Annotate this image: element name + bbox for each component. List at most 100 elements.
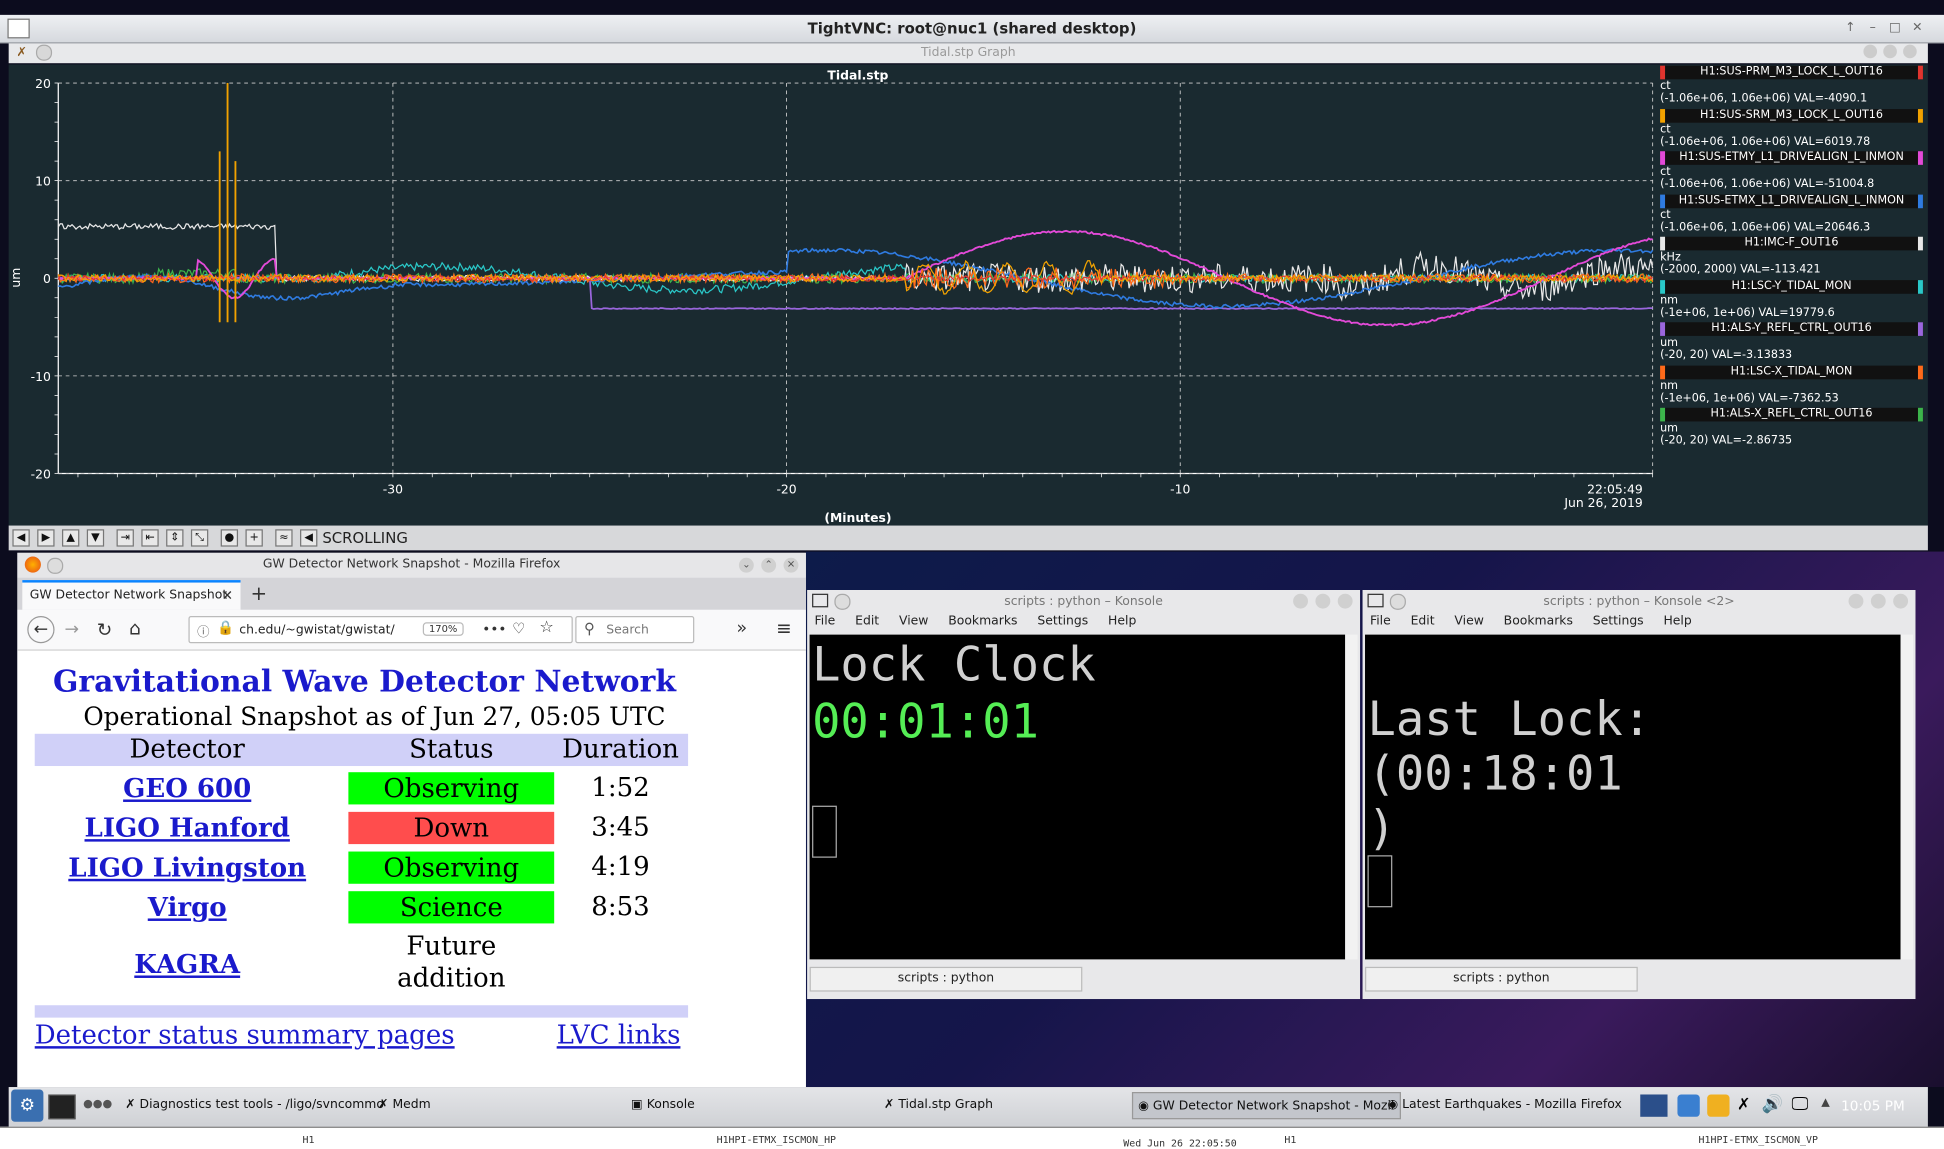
menu-settings[interactable]: Settings (1037, 615, 1088, 629)
tab-gw-snapshot[interactable]: GW Detector Network Snapshot ✕ (22, 580, 241, 610)
pocket-icon[interactable]: ♡ (512, 620, 525, 637)
legend-entry-name[interactable]: H1:LSC-X_TIDAL_MON (1660, 365, 1923, 379)
forward-icon[interactable]: → (64, 620, 79, 640)
new-tab-icon[interactable]: + (250, 581, 267, 605)
close-icon[interactable]: ✕ (783, 557, 799, 573)
detector-link-kagra[interactable]: KAGRA (35, 948, 340, 979)
menu-bookmarks[interactable]: Bookmarks (948, 615, 1017, 629)
minimize-icon[interactable]: ⌄ (738, 557, 754, 573)
maximize-icon[interactable] (1315, 593, 1331, 609)
tray-expand-icon[interactable]: ▲ (1821, 1097, 1830, 1109)
minimize-icon[interactable] (1293, 593, 1308, 609)
scrollbar[interactable] (1900, 634, 1914, 960)
session-tab[interactable]: scripts : python (809, 966, 1083, 992)
menu-file[interactable]: File (815, 615, 836, 629)
menu-icon[interactable]: ≡ (776, 617, 792, 639)
close-icon[interactable] (1903, 44, 1917, 59)
close-icon[interactable] (1893, 593, 1909, 609)
close-icon[interactable] (1337, 593, 1353, 609)
scroll-down-icon[interactable]: ▼ (86, 529, 105, 547)
scroll-right-icon[interactable]: ▶ (37, 529, 55, 547)
add-icon[interactable]: + (245, 529, 263, 547)
menu-settings[interactable]: Settings (1593, 615, 1644, 629)
info-icon[interactable]: ⓘ (197, 621, 209, 640)
konsole-title: scripts : python – Konsole (1004, 594, 1163, 609)
home-icon[interactable]: ⌂ (129, 617, 141, 639)
menu-edit[interactable]: Edit (1411, 615, 1435, 629)
maximize-icon[interactable]: □ (1887, 20, 1903, 36)
menu-view[interactable]: View (1454, 615, 1483, 629)
session-tab[interactable]: scripts : python (1365, 966, 1638, 992)
menu-file[interactable]: File (1370, 615, 1391, 629)
detector-link-ligo-livingston[interactable]: LIGO Livingston (35, 852, 340, 883)
lvc-links-link[interactable]: LVC links (557, 1020, 681, 1050)
scroll-left-icon[interactable]: ◀ (12, 529, 30, 547)
overflow-icon[interactable]: » (736, 619, 747, 639)
record-icon[interactable]: ● (220, 529, 239, 547)
menu-view[interactable]: View (899, 615, 928, 629)
legend-entry-name[interactable]: H1:ALS-Y_REFL_CTRL_OUT16 (1660, 322, 1923, 336)
terminal-launcher-icon[interactable] (48, 1094, 76, 1120)
terminal-output[interactable]: Last Lock: (00:18:01 ) (1365, 634, 1901, 960)
app-launcher-icon[interactable]: ⚙ (11, 1089, 44, 1122)
scrollbar[interactable] (1345, 634, 1358, 960)
maximize-icon[interactable]: ⌃ (761, 557, 777, 573)
close-tab-icon[interactable]: ✕ (222, 588, 233, 604)
legend-entry-name[interactable]: H1:SUS-SRM_M3_LOCK_L_OUT16 (1660, 108, 1923, 123)
display-icon[interactable]: 🖵 (1792, 1094, 1809, 1114)
legend-entry-name[interactable]: H1:SUS-ETMY_L1_DRIVEALIGN_L_INMON (1660, 151, 1923, 165)
pager-icon[interactable]: ●●● (83, 1098, 112, 1110)
zoom-in-x-icon[interactable]: ⇥ (116, 529, 134, 547)
maximize-icon[interactable] (1870, 593, 1886, 609)
bookmark-star-icon[interactable]: ☆ (539, 619, 553, 638)
menu-help[interactable]: Help (1108, 615, 1136, 629)
taskbar-item[interactable]: ✗ Tidal.stp Graph (884, 1098, 993, 1112)
zoom-badge[interactable]: 170% (422, 622, 464, 636)
terminal-output[interactable]: Lock Clock 00:01:01 (809, 634, 1346, 960)
page-actions-icon[interactable]: ••• (482, 621, 506, 637)
legend-unit: ct (1660, 80, 1671, 93)
volume-icon[interactable]: 🔊 (1762, 1094, 1784, 1114)
zoom-y-icon[interactable]: ⇕ (166, 529, 184, 547)
legend-entry-name[interactable]: H1:SUS-PRM_M3_LOCK_L_OUT16 (1660, 65, 1923, 80)
minimize-icon[interactable]: – (1865, 20, 1881, 36)
minimize-icon[interactable] (1848, 593, 1864, 609)
keep-above-icon[interactable]: ↑ (1842, 20, 1858, 36)
close-icon[interactable]: ✕ (1909, 20, 1925, 36)
wave-icon[interactable]: ≈ (275, 529, 293, 547)
detector-link-geo600[interactable]: GEO 600 (35, 772, 340, 803)
search-input[interactable]: ⚲ Search (575, 616, 695, 644)
menu-bookmarks[interactable]: Bookmarks (1504, 615, 1573, 629)
x-tick-label: -30 (383, 481, 403, 496)
menu-help[interactable]: Help (1663, 615, 1691, 629)
detector-link-ligo-hanford[interactable]: LIGO Hanford (35, 812, 340, 843)
zoom-out-x-icon[interactable]: ⇤ (141, 529, 159, 547)
taskbar-item[interactable]: ▣ Konsole (631, 1098, 695, 1112)
taskbar-item[interactable]: ◉ Latest Earthquakes - Mozilla Firefox (1387, 1098, 1621, 1112)
taskbar-item[interactable]: ✗ Diagnostics test tools - /ligo/svncomm… (125, 1098, 384, 1112)
taskbar-item-active[interactable]: ◉ GW Detector Network Snapshot - Mozil (1131, 1091, 1401, 1120)
minimize-icon[interactable] (1863, 44, 1878, 59)
url-bar[interactable]: ⓘ 🔒 ch.edu/~gwistat/gwistat/ 170% ••• ♡ … (188, 616, 573, 644)
legend-range-value: (-1.06e+06, 1.06e+06) VAL=-4090.1 (1660, 92, 1868, 106)
scroll-up-icon[interactable]: ▲ (61, 529, 80, 547)
updates-icon[interactable] (1677, 1094, 1700, 1117)
rewind-icon[interactable]: ◀ (300, 529, 318, 547)
legend-entry-name[interactable]: H1:SUS-ETMX_L1_DRIVEALIGN_L_INMON (1660, 193, 1923, 208)
notes-icon[interactable] (1707, 1094, 1730, 1117)
back-icon[interactable]: ← (27, 616, 55, 644)
legend-entry-name[interactable]: H1:LSC-Y_TIDAL_MON (1660, 279, 1923, 294)
detector-link-virgo[interactable]: Virgo (35, 891, 340, 922)
autoscale-icon[interactable]: ⤡ (190, 529, 209, 547)
taskbar-item[interactable]: ✗ Medm (378, 1098, 431, 1112)
clock[interactable]: 10:05 PM (1841, 1098, 1905, 1114)
legend-unit: ct (1660, 166, 1671, 179)
menu-edit[interactable]: Edit (855, 615, 879, 629)
maximize-icon[interactable] (1883, 44, 1897, 59)
legend-entry-name[interactable]: H1:IMC-F_OUT16 (1660, 236, 1923, 251)
tools-icon[interactable]: ✗ (1737, 1096, 1751, 1115)
network-icon[interactable] (1640, 1094, 1668, 1117)
detector-summary-link[interactable]: Detector status summary pages (35, 1020, 455, 1050)
legend-entry-name[interactable]: H1:ALS-X_REFL_CTRL_OUT16 (1660, 407, 1923, 422)
reload-icon[interactable]: ↻ (97, 619, 113, 641)
